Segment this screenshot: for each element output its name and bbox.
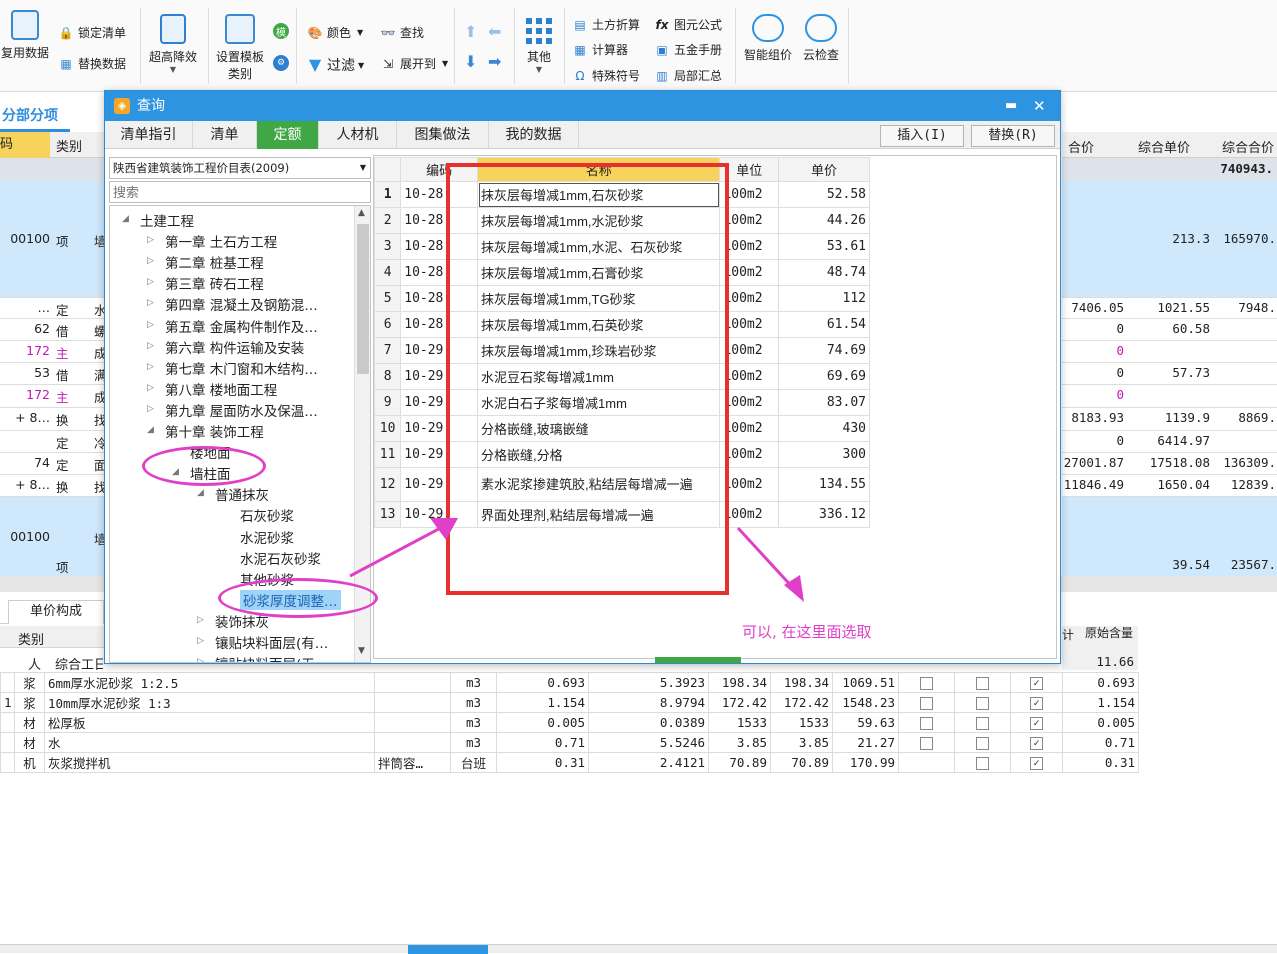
cell-orig: 11.66: [1096, 654, 1134, 669]
cell-name: 综合工日: [55, 658, 103, 673]
arrowhead-left: [430, 518, 458, 540]
arrow-to-table: [349, 521, 451, 578]
annotation-note: 可以, 在这里面选取: [742, 623, 872, 641]
arrowhead-right: [784, 575, 804, 602]
cell-type: 人: [28, 658, 42, 673]
arrow-to-note: [736, 526, 797, 592]
annotation-arrows: [349, 518, 804, 602]
